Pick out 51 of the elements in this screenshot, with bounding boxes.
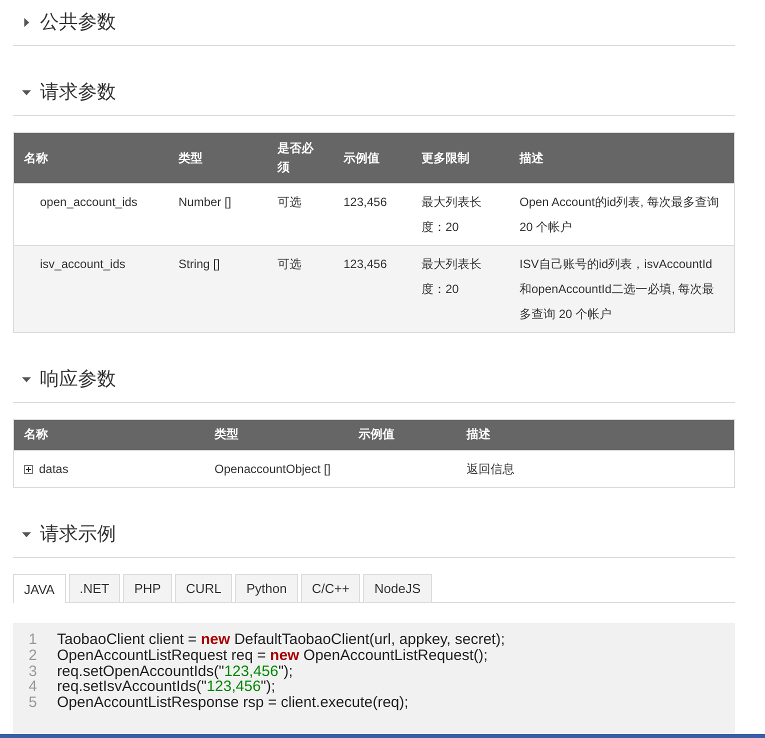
table-cell: isv_account_ids [40,257,126,271]
column-header: 更多限制 [412,132,510,184]
expand-icon[interactable] [24,464,33,474]
language-tab[interactable]: JAVA [13,574,66,603]
section-title: 请求参数 [40,82,116,104]
table-cell: Number [] [178,195,232,209]
table-cell: String [] [178,257,220,271]
column-header: 类型 [204,420,348,450]
table-cell: 可选 [278,257,302,271]
line-number: 4 [28,679,37,695]
code-line: req.setOpenAccountIds("123,456"); [57,664,294,680]
table-cell: open_account_ids [40,195,138,209]
table-cell: 返回信息 [466,462,514,476]
column-header: 名称 [14,132,168,184]
line-number: 3 [28,664,37,680]
caret-icon[interactable] [22,375,31,384]
section-title: 请求示例 [40,524,116,546]
table-cell: 123,456 [344,195,387,209]
table-cell: 123,456 [344,257,387,271]
column-header: 名称 [14,420,204,450]
table-cell: 最大列表长度：20 [422,257,482,296]
line-number: 5 [28,695,37,711]
language-tab[interactable]: Python [235,574,298,602]
caret-icon[interactable] [22,530,31,539]
code-line: OpenAccountListResponse rsp = client.execute(req); [57,695,410,711]
table-cell: 可选 [278,195,302,209]
line-number: 1 [28,632,37,648]
table-cell: OpenaccountObject [] [214,462,331,476]
column-header: 是否必须 [268,132,334,184]
line-number: 2 [28,648,37,664]
language-tab[interactable]: CURL [174,574,232,602]
caret-icon[interactable] [22,88,31,97]
column-header: 类型 [168,132,268,184]
code-line: TaobaoClient client = new DefaultTaobaoClient(url, appkey, secret); [57,632,505,648]
table-cell: Open Account的id列表, 每次最多查询 20 个帐户 [520,195,719,234]
language-tab[interactable]: .NET [68,574,120,602]
language-tab[interactable]: C/C++ [300,574,360,602]
column-header: 示例值 [348,420,456,450]
table-cell: 最大列表长度：20 [422,195,482,234]
code-line: req.setIsvAccountIds("123,456"); [57,679,276,695]
language-tab[interactable]: NodeJS [363,574,432,602]
table-cell-text: datas [39,461,68,478]
column-header: 描述 [510,132,734,184]
caret-icon[interactable] [22,18,31,27]
table-cell: ISV自己账号的id列表，isvAccountId和openAccountId二选一必填, 每次最多查询 20 个帐户 [520,257,714,321]
section-title: 公共参数 [40,12,116,34]
code-line: OpenAccountListRequest req = new OpenAccountListRequest(); [57,648,488,664]
column-header: 示例值 [334,132,412,184]
language-tab[interactable]: PHP [123,574,172,602]
section-title: 响应参数 [40,368,116,390]
column-header: 描述 [456,420,734,450]
